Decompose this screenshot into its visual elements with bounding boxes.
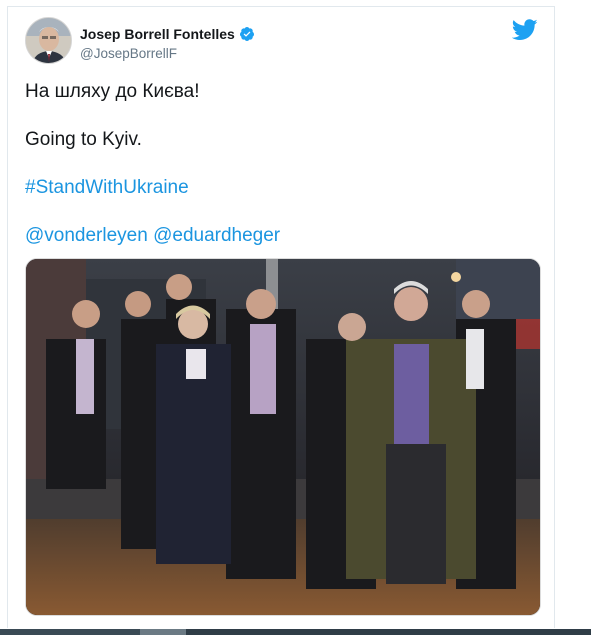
avatar[interactable] [25,17,72,64]
page: Josep Borrell Fontelles @JosepBorrellF Н… [0,0,591,635]
verified-badge-icon [239,27,254,41]
mention-link[interactable]: @vonderleyen [25,225,148,246]
photo-officials-walking [26,259,540,615]
tweet-text-ukrainian: На шляху до Києва! [25,81,200,102]
tweet-photo[interactable] [25,258,541,616]
hashtag-link[interactable]: #StandWithUkraine [25,176,545,200]
taskbar-segment [186,629,591,635]
display-name-row: Josep Borrell Fontelles [80,25,255,43]
taskbar-segment [140,629,186,635]
avatar-portrait-icon [26,18,71,63]
taskbar-strip [0,629,591,635]
author-names: Josep Borrell Fontelles @JosepBorrellF [80,25,255,61]
mentions-line: @vonderleyen @eduardheger [25,224,545,248]
taskbar-segment [0,629,140,635]
tweet-header: Josep Borrell Fontelles @JosepBorrellF [25,17,538,67]
tweet-text-english: Going to Kyiv. [25,129,142,150]
author-handle[interactable]: @JosepBorrellF [80,46,255,61]
display-name[interactable]: Josep Borrell Fontelles [80,26,235,42]
twitter-bird-icon[interactable] [512,19,538,41]
tweet-card[interactable]: Josep Borrell Fontelles @JosepBorrellF Н… [7,6,555,628]
mention-link[interactable]: @eduardheger [153,225,280,246]
